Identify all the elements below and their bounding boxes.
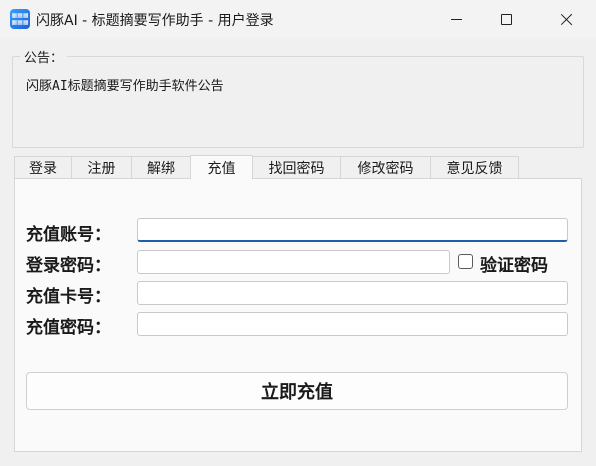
window-title: 闪豚AI - 标题摘要写作助手 - 用户登录 xyxy=(36,13,274,29)
recharge-account-input[interactable] xyxy=(137,218,568,242)
tab-feedback[interactable]: 意见反馈 xyxy=(430,156,519,179)
account-label: 充值账号： xyxy=(26,225,111,245)
notice-label: 公告： xyxy=(20,47,68,66)
tab-login[interactable]: 登录 xyxy=(14,156,72,179)
close-button[interactable] xyxy=(540,0,592,38)
maximize-button[interactable] xyxy=(480,0,532,38)
tab-unbind[interactable]: 解绑 xyxy=(131,156,191,179)
minimize-icon xyxy=(450,18,462,20)
verify-password-label[interactable]: 验证密码 xyxy=(480,251,548,276)
card-number-input[interactable] xyxy=(137,281,568,305)
app-logo-icon: ▦▦▦ ▦▦▦ xyxy=(10,9,30,29)
login-password-input[interactable] xyxy=(137,250,450,274)
password-label: 登录密码： xyxy=(26,256,111,276)
tab-change-password[interactable]: 修改密码 xyxy=(340,156,431,179)
card-password-label: 充值密码： xyxy=(26,318,111,338)
tab-bar: 登录 注册 解绑 充值 找回密码 修改密码 意见反馈 xyxy=(14,155,519,179)
minimize-button[interactable] xyxy=(430,0,482,38)
recharge-now-button[interactable]: 立即充值 xyxy=(26,372,568,410)
card-number-label: 充值卡号： xyxy=(26,287,111,307)
maximize-icon xyxy=(500,13,512,25)
notice-group xyxy=(12,56,584,148)
tab-recharge[interactable]: 充值 xyxy=(190,155,253,179)
card-password-input[interactable] xyxy=(137,312,568,336)
tab-recover-password[interactable]: 找回密码 xyxy=(252,156,341,179)
tab-register[interactable]: 注册 xyxy=(71,156,132,179)
close-icon xyxy=(560,13,573,26)
notice-text: 闪豚AI标题摘要写作助手软件公告 xyxy=(26,79,224,94)
verify-password-checkbox[interactable] xyxy=(458,254,473,269)
title-bar: ▦▦▦ ▦▦▦ 闪豚AI - 标题摘要写作助手 - 用户登录 xyxy=(0,0,596,38)
